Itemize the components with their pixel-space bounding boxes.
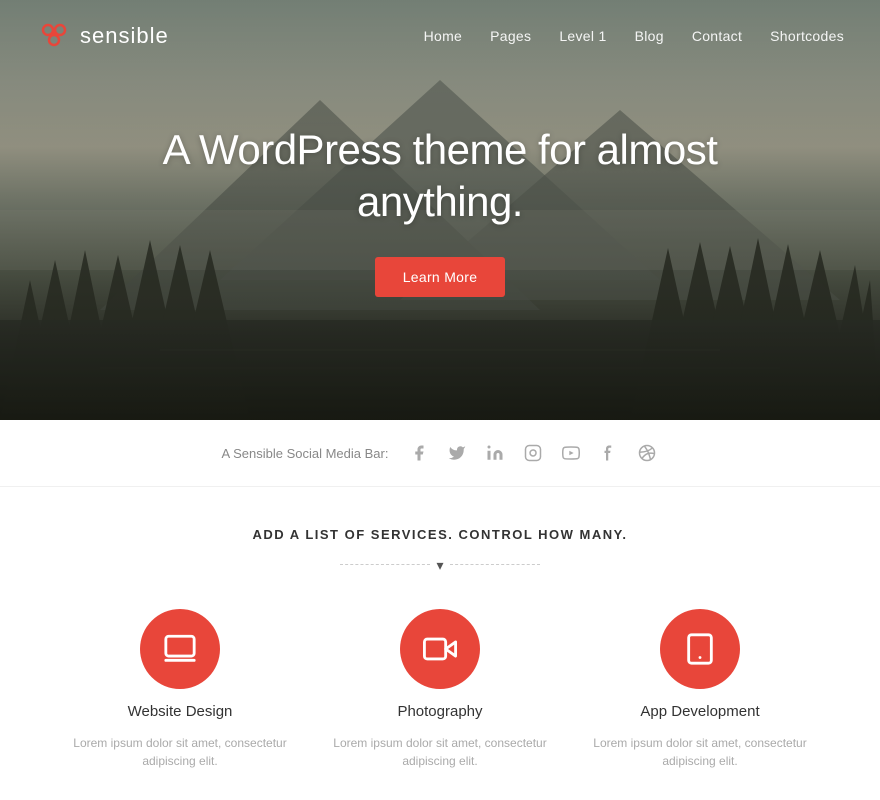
nav-level1[interactable]: Level 1 <box>559 28 606 44</box>
nav-home[interactable]: Home <box>424 28 463 44</box>
service-name-photography: Photography <box>397 703 482 720</box>
logo-text: sensible <box>80 23 169 49</box>
services-divider: ▾ <box>60 556 820 573</box>
tablet-icon <box>683 632 717 666</box>
website-design-icon-circle <box>140 609 220 689</box>
divider-line-left <box>340 564 430 565</box>
divider-chevron-icon: ▾ <box>436 557 443 574</box>
service-item-app-dev: App Development Lorem ipsum dolor sit am… <box>580 609 820 770</box>
service-item-website-design: Website Design Lorem ipsum dolor sit ame… <box>60 609 300 770</box>
service-desc-website-design: Lorem ipsum dolor sit amet, consectetur … <box>70 734 290 770</box>
nav-blog[interactable]: Blog <box>635 28 664 44</box>
camera-icon <box>423 632 457 666</box>
laptop-icon <box>163 632 197 666</box>
service-desc-photography: Lorem ipsum dolor sit amet, consectetur … <box>330 734 550 770</box>
tumblr-icon[interactable] <box>598 442 620 464</box>
services-title: ADD A LIST OF SERVICES. CONTROL HOW MANY… <box>60 527 820 542</box>
nav-pages[interactable]: Pages <box>490 28 531 44</box>
service-desc-app-dev: Lorem ipsum dolor sit amet, consectetur … <box>590 734 810 770</box>
twitter-icon[interactable] <box>446 442 468 464</box>
site-header: sensible Home Pages Level 1 Blog Contact… <box>0 0 880 72</box>
logo-icon <box>36 18 72 54</box>
photography-icon-circle <box>400 609 480 689</box>
nav-contact[interactable]: Contact <box>692 28 742 44</box>
hero-content: A WordPress theme for almost anything. L… <box>0 124 880 297</box>
services-grid: Website Design Lorem ipsum dolor sit ame… <box>60 609 820 770</box>
social-bar-label: A Sensible Social Media Bar: <box>222 446 389 461</box>
divider-line-right <box>450 564 540 565</box>
social-bar: A Sensible Social Media Bar: <box>0 420 880 487</box>
youtube-icon[interactable] <box>560 442 582 464</box>
nav-shortcodes[interactable]: Shortcodes <box>770 28 844 44</box>
app-dev-icon-circle <box>660 609 740 689</box>
service-name-website-design: Website Design <box>128 703 233 720</box>
services-section: ADD A LIST OF SERVICES. CONTROL HOW MANY… <box>0 487 880 800</box>
linkedin-icon[interactable] <box>484 442 506 464</box>
service-name-app-dev: App Development <box>640 703 759 720</box>
hero-cta-button[interactable]: Learn More <box>375 257 506 297</box>
main-nav: Home Pages Level 1 Blog Contact Shortcod… <box>424 28 844 44</box>
service-item-photography: Photography Lorem ipsum dolor sit amet, … <box>320 609 560 770</box>
hero-title: A WordPress theme for almost anything. <box>80 124 800 229</box>
logo: sensible <box>36 18 169 54</box>
instagram-icon[interactable] <box>522 442 544 464</box>
facebook-icon[interactable] <box>408 442 430 464</box>
dribbble-icon[interactable] <box>636 442 658 464</box>
hero-section: sensible Home Pages Level 1 Blog Contact… <box>0 0 880 420</box>
